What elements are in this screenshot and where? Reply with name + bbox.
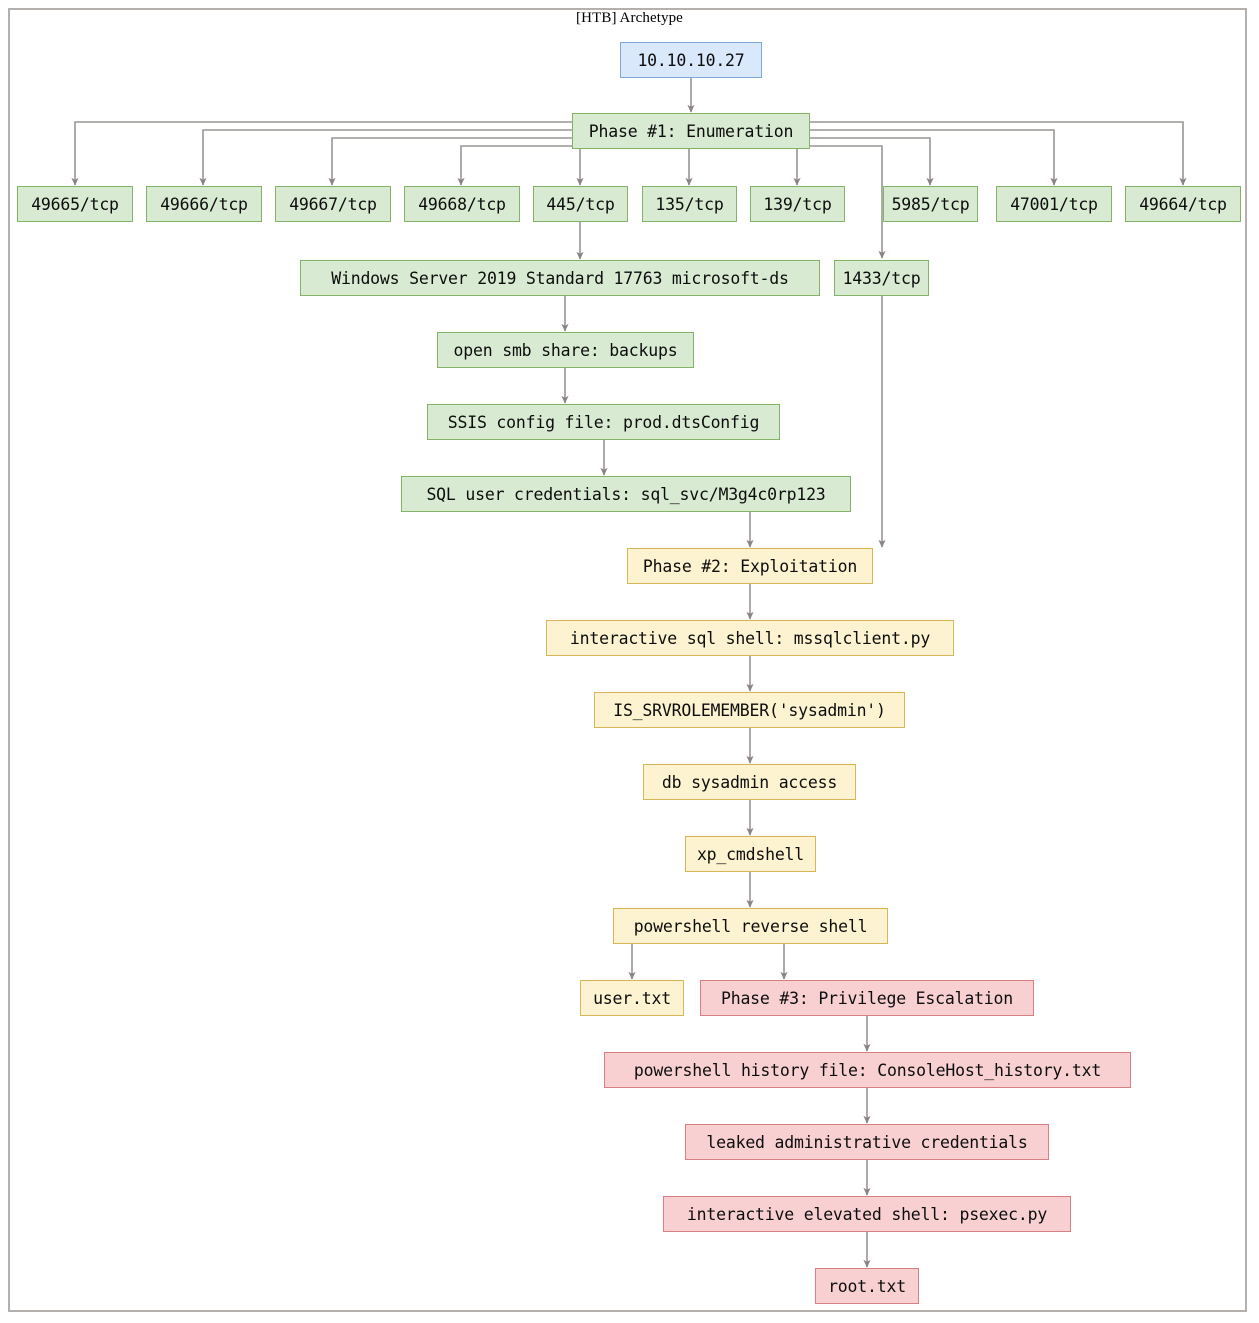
- node-label: xp_cmdshell: [696, 844, 805, 864]
- node-label: 5985/tcp: [891, 194, 970, 214]
- node-port-47001[interactable]: 47001/tcp: [996, 186, 1112, 222]
- node-phase-2-exploitation[interactable]: Phase #2: Exploitation: [627, 548, 873, 584]
- node-label: Phase #1: Enumeration: [588, 121, 794, 141]
- node-leaked-admin-credentials[interactable]: leaked administrative credentials: [685, 1124, 1049, 1160]
- node-port-49664[interactable]: 49664/tcp: [1125, 186, 1241, 222]
- node-powershell-history-file[interactable]: powershell history file: ConsoleHost_his…: [604, 1052, 1131, 1088]
- node-port-5985[interactable]: 5985/tcp: [883, 186, 978, 222]
- node-label: 47001/tcp: [1010, 194, 1098, 214]
- node-label: 49665/tcp: [31, 194, 119, 214]
- node-port-1433[interactable]: 1433/tcp: [834, 260, 929, 296]
- node-label: interactive sql shell: mssqlclient.py: [569, 628, 931, 648]
- node-psexec-shell[interactable]: interactive elevated shell: psexec.py: [663, 1196, 1071, 1232]
- node-port-135[interactable]: 135/tcp: [642, 186, 737, 222]
- node-label: 49668/tcp: [418, 194, 506, 214]
- node-sql-shell[interactable]: interactive sql shell: mssqlclient.py: [546, 620, 954, 656]
- node-xp-cmdshell[interactable]: xp_cmdshell: [685, 836, 816, 872]
- node-label: Phase #3: Privilege Escalation: [720, 988, 1013, 1008]
- node-port-49666[interactable]: 49666/tcp: [146, 186, 262, 222]
- node-label: Phase #2: Exploitation: [642, 556, 858, 576]
- node-port-49668[interactable]: 49668/tcp: [404, 186, 520, 222]
- node-label: open smb share: backups: [453, 340, 678, 360]
- node-label: user.txt: [593, 988, 671, 1008]
- node-label: SSIS config file: prod.dtsConfig: [447, 412, 760, 432]
- node-label: 1433/tcp: [842, 268, 921, 288]
- node-user-flag[interactable]: user.txt: [580, 980, 684, 1016]
- node-label: 135/tcp: [655, 194, 724, 214]
- node-label: Windows Server 2019 Standard 17763 micro…: [331, 268, 789, 288]
- node-label: IS_SRVROLEMEMBER('sysadmin'): [613, 700, 886, 720]
- node-ssis-config-file[interactable]: SSIS config file: prod.dtsConfig: [427, 404, 780, 440]
- node-label: 49666/tcp: [160, 194, 248, 214]
- node-root-flag[interactable]: root.txt: [815, 1268, 919, 1304]
- node-label: interactive elevated shell: psexec.py: [686, 1204, 1048, 1224]
- page-title: [HTB] Archetype: [576, 10, 683, 26]
- node-port-49667[interactable]: 49667/tcp: [275, 186, 391, 222]
- node-port-49665[interactable]: 49665/tcp: [17, 186, 133, 222]
- node-label: 49664/tcp: [1139, 194, 1227, 214]
- node-is-srvrolemember[interactable]: IS_SRVROLEMEMBER('sysadmin'): [594, 692, 905, 728]
- node-os-banner[interactable]: Windows Server 2019 Standard 17763 micro…: [300, 260, 820, 296]
- node-target-host[interactable]: 10.10.10.27: [620, 42, 762, 78]
- node-label: SQL user credentials: sql_svc/M3g4c0rp12…: [426, 484, 826, 504]
- node-db-sysadmin-access[interactable]: db sysadmin access: [643, 764, 856, 800]
- node-sql-user-credentials[interactable]: SQL user credentials: sql_svc/M3g4c0rp12…: [401, 476, 851, 512]
- diagram-canvas: [HTB] Archetype 10.10.10.27 Phase #1: En…: [0, 0, 1259, 1323]
- node-label: 139/tcp: [763, 194, 832, 214]
- node-port-445[interactable]: 445/tcp: [533, 186, 628, 222]
- node-port-139[interactable]: 139/tcp: [750, 186, 845, 222]
- node-label: 49667/tcp: [289, 194, 377, 214]
- node-label: root.txt: [828, 1276, 906, 1296]
- node-label: leaked administrative credentials: [706, 1132, 1028, 1152]
- node-powershell-reverse-shell[interactable]: powershell reverse shell: [613, 908, 888, 944]
- node-label: 445/tcp: [546, 194, 615, 214]
- node-phase-1-enumeration[interactable]: Phase #1: Enumeration: [572, 113, 810, 149]
- node-phase-3-privilege-escalation[interactable]: Phase #3: Privilege Escalation: [700, 980, 1034, 1016]
- node-label: 10.10.10.27: [637, 50, 745, 70]
- node-label: db sysadmin access: [661, 772, 838, 792]
- node-smb-share[interactable]: open smb share: backups: [437, 332, 694, 368]
- node-label: powershell reverse shell: [633, 916, 868, 936]
- node-label: powershell history file: ConsoleHost_his…: [633, 1060, 1102, 1080]
